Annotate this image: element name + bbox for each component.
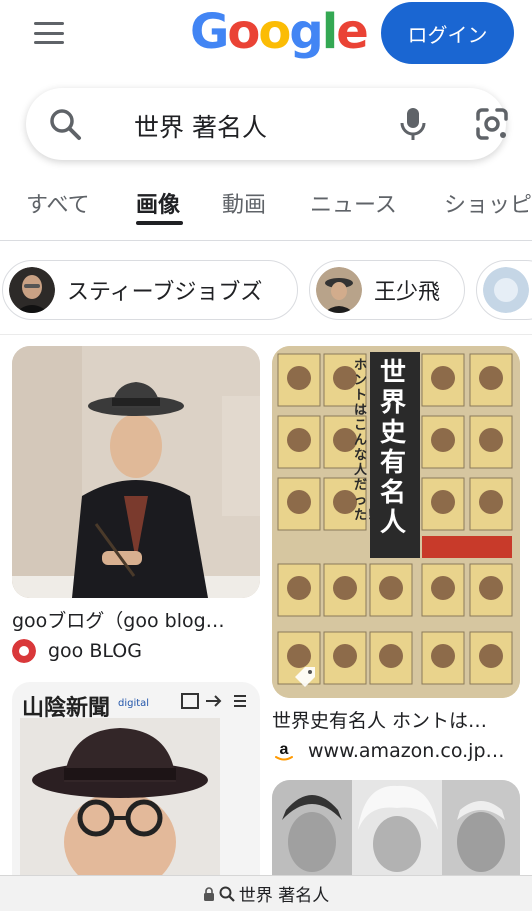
chip-wang-shaofei[interactable]: 王少飛 bbox=[309, 260, 465, 320]
chip-label: スティーブジョブズ bbox=[67, 280, 263, 305]
tag-icon bbox=[295, 667, 315, 687]
man-in-hat-photo bbox=[12, 346, 260, 598]
search-icon bbox=[50, 109, 81, 140]
tab-shopping[interactable]: ショッピ bbox=[444, 187, 532, 219]
image-result[interactable]: gooブログ（goo blog… goo BLOG bbox=[12, 346, 260, 663]
menu-icon-bar bbox=[34, 22, 64, 25]
result-thumbnail[interactable]: 山陰新聞 digital bbox=[12, 682, 260, 875]
active-tab-indicator bbox=[136, 221, 183, 225]
tab-all[interactable]: すべて bbox=[26, 187, 90, 219]
search-icon bbox=[219, 886, 235, 902]
chip-avatar bbox=[483, 267, 529, 313]
result-thumbnail[interactable]: 世界史有名人 ホントはこんな人だった！ bbox=[272, 346, 520, 698]
book-title: 世界史有名人 bbox=[380, 358, 407, 538]
chip-steve-jobs[interactable]: スティーブジョブズ bbox=[2, 260, 298, 320]
header: Google ログイン bbox=[0, 0, 532, 72]
result-title[interactable]: gooブログ（goo blog… bbox=[12, 606, 260, 633]
masthead-digital-tag: digital bbox=[118, 698, 150, 709]
image-result[interactable]: 山陰新聞 digital bbox=[12, 682, 260, 875]
url-bar-text: 世界 著名人 bbox=[238, 886, 330, 906]
svg-text:a: a bbox=[280, 741, 289, 758]
result-thumbnail[interactable] bbox=[12, 346, 260, 598]
source-name: goo BLOG bbox=[48, 640, 142, 662]
image-result[interactable]: 世界史有名人 ホントはこんな人だった！ 世界史有名人 ホントは… a www.a… bbox=[272, 346, 520, 763]
browser-url-bar[interactable]: 世界 著名人 bbox=[0, 875, 532, 911]
menu-icon-bar bbox=[34, 31, 64, 35]
lock-icon bbox=[203, 886, 214, 901]
chip-more[interactable] bbox=[476, 260, 532, 320]
login-button[interactable]: ログイン bbox=[381, 2, 514, 64]
search-bar[interactable]: 世界 著名人 bbox=[26, 88, 508, 160]
tab-images[interactable]: 画像 bbox=[136, 187, 180, 219]
famous-scientists-collage bbox=[272, 780, 520, 875]
amazon-favicon-icon: a bbox=[272, 739, 296, 763]
result-thumbnail[interactable] bbox=[272, 780, 520, 875]
chips-divider bbox=[0, 334, 532, 335]
book-subtitle: ホントはこんな人だった！ bbox=[354, 358, 381, 523]
search-tabs: すべて 画像 動画 ニュース ショッピ bbox=[0, 182, 532, 240]
menu-icon-bar bbox=[34, 41, 64, 44]
tabs-divider bbox=[0, 240, 532, 241]
google-logo[interactable]: Google bbox=[190, 4, 369, 60]
result-source[interactable]: goo BLOG bbox=[12, 639, 260, 663]
chip-avatar bbox=[316, 267, 362, 313]
google-lens-icon[interactable] bbox=[474, 106, 510, 142]
microphone-icon[interactable] bbox=[398, 106, 428, 142]
result-source[interactable]: a www.amazon.co.jp… bbox=[272, 739, 520, 763]
source-name: www.amazon.co.jp… bbox=[308, 740, 505, 762]
hamburger-menu-button[interactable] bbox=[30, 18, 68, 48]
related-chips: スティーブジョブズ 王少飛 bbox=[0, 260, 532, 322]
image-result[interactable] bbox=[272, 780, 520, 875]
chip-avatar bbox=[9, 267, 55, 313]
goo-favicon-icon bbox=[12, 639, 36, 663]
tab-news[interactable]: ニュース bbox=[310, 187, 397, 219]
search-input[interactable]: 世界 著名人 bbox=[134, 108, 267, 144]
chip-label: 王少飛 bbox=[374, 280, 441, 305]
result-title[interactable]: 世界史有名人 ホントは… bbox=[272, 706, 520, 733]
man-with-hat-glasses-photo bbox=[20, 718, 220, 875]
tab-videos[interactable]: 動画 bbox=[222, 187, 266, 219]
masthead-icons bbox=[181, 693, 246, 709]
